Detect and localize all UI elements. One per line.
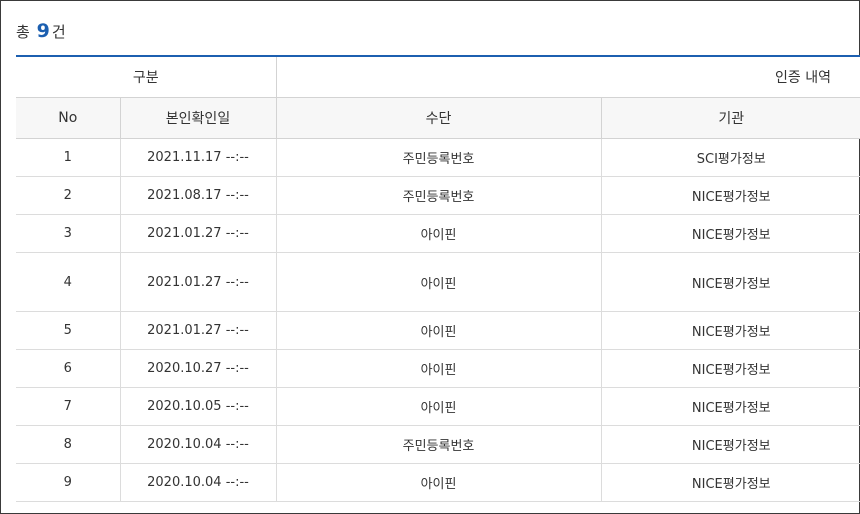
table-row: 2 2021.08.17 --:-- 주민등록번호 NICE평가정보 [16, 176, 860, 215]
cell-no: 3 [16, 214, 121, 253]
table-row: 5 2021.01.27 --:-- 아이핀 NICE평가정보 [16, 311, 860, 350]
cell-no: 4 [16, 252, 121, 312]
cell-organization: NICE평가정보 [601, 214, 860, 253]
total-count-summary: 총 9건 [16, 15, 66, 47]
cell-date: 2021.08.17 --:-- [120, 176, 277, 215]
column-header-organization: 기관 [601, 97, 860, 139]
table-body: 1 2021.11.17 --:-- 주민등록번호 SCI평가정보 2 2021… [16, 138, 860, 502]
history-panel: 총 9건 구분 인증 내역 No 본인확인일 수단 기관 1 2021.11.1… [0, 0, 860, 514]
cell-method: 주민등록번호 [276, 138, 602, 177]
cell-method: 아이핀 [276, 463, 602, 502]
column-header-no: No [16, 97, 121, 139]
header-group-row: 구분 인증 내역 [16, 55, 860, 98]
cell-date: 2021.01.27 --:-- [120, 214, 277, 253]
cell-no: 1 [16, 138, 121, 177]
cell-organization: NICE평가정보 [601, 311, 860, 350]
cell-date: 2020.10.04 --:-- [120, 463, 277, 502]
cell-method: 아이핀 [276, 311, 602, 350]
cell-organization: NICE평가정보 [601, 176, 860, 215]
total-prefix: 총 [16, 23, 30, 41]
cell-method: 아이핀 [276, 252, 602, 312]
table-header: 구분 인증 내역 No 본인확인일 수단 기관 [16, 55, 860, 139]
cell-organization: NICE평가정보 [601, 349, 860, 388]
cell-no: 6 [16, 349, 121, 388]
cell-method: 주민등록번호 [276, 425, 602, 464]
cell-organization: NICE평가정보 [601, 425, 860, 464]
cell-date: 2021.01.27 --:-- [120, 311, 277, 350]
cell-organization: NICE평가정보 [601, 463, 860, 502]
column-header-verification-date: 본인확인일 [120, 97, 277, 139]
cell-method: 아이핀 [276, 214, 602, 253]
header-group-auth-history: 인증 내역 [276, 55, 860, 98]
cell-organization: NICE평가정보 [601, 252, 860, 312]
cell-no: 2 [16, 176, 121, 215]
cell-method: 주민등록번호 [276, 176, 602, 215]
table-row: 4 2021.01.27 --:-- 아이핀 NICE평가정보 [16, 252, 860, 312]
cell-date: 2020.10.27 --:-- [120, 349, 277, 388]
cell-no: 5 [16, 311, 121, 350]
verification-history-table-container: 구분 인증 내역 No 본인확인일 수단 기관 1 2021.11.17 --:… [16, 55, 860, 502]
table-row: 7 2020.10.05 --:-- 아이핀 NICE평가정보 [16, 387, 860, 426]
table-row: 3 2021.01.27 --:-- 아이핀 NICE평가정보 [16, 214, 860, 253]
cell-no: 9 [16, 463, 121, 502]
cell-date: 2020.10.04 --:-- [120, 425, 277, 464]
total-suffix: 건 [51, 23, 66, 41]
cell-organization: SCI평가정보 [601, 138, 860, 177]
column-header-method: 수단 [276, 97, 602, 139]
total-count: 9 [36, 20, 50, 42]
cell-method: 아이핀 [276, 349, 602, 388]
cell-no: 8 [16, 425, 121, 464]
cell-no: 7 [16, 387, 121, 426]
cell-date: 2020.10.05 --:-- [120, 387, 277, 426]
cell-date: 2021.01.27 --:-- [120, 252, 277, 312]
table-row: 6 2020.10.27 --:-- 아이핀 NICE평가정보 [16, 349, 860, 388]
table-row: 8 2020.10.04 --:-- 주민등록번호 NICE평가정보 [16, 425, 860, 464]
header-group-category: 구분 [16, 55, 277, 98]
cell-organization: NICE평가정보 [601, 387, 860, 426]
table-row: 1 2021.11.17 --:-- 주민등록번호 SCI평가정보 [16, 138, 860, 177]
header-column-row: No 본인확인일 수단 기관 [16, 97, 860, 139]
verification-history-table: 구분 인증 내역 No 본인확인일 수단 기관 1 2021.11.17 --:… [16, 55, 860, 502]
cell-date: 2021.11.17 --:-- [120, 138, 277, 177]
table-row: 9 2020.10.04 --:-- 아이핀 NICE평가정보 [16, 463, 860, 502]
cell-method: 아이핀 [276, 387, 602, 426]
